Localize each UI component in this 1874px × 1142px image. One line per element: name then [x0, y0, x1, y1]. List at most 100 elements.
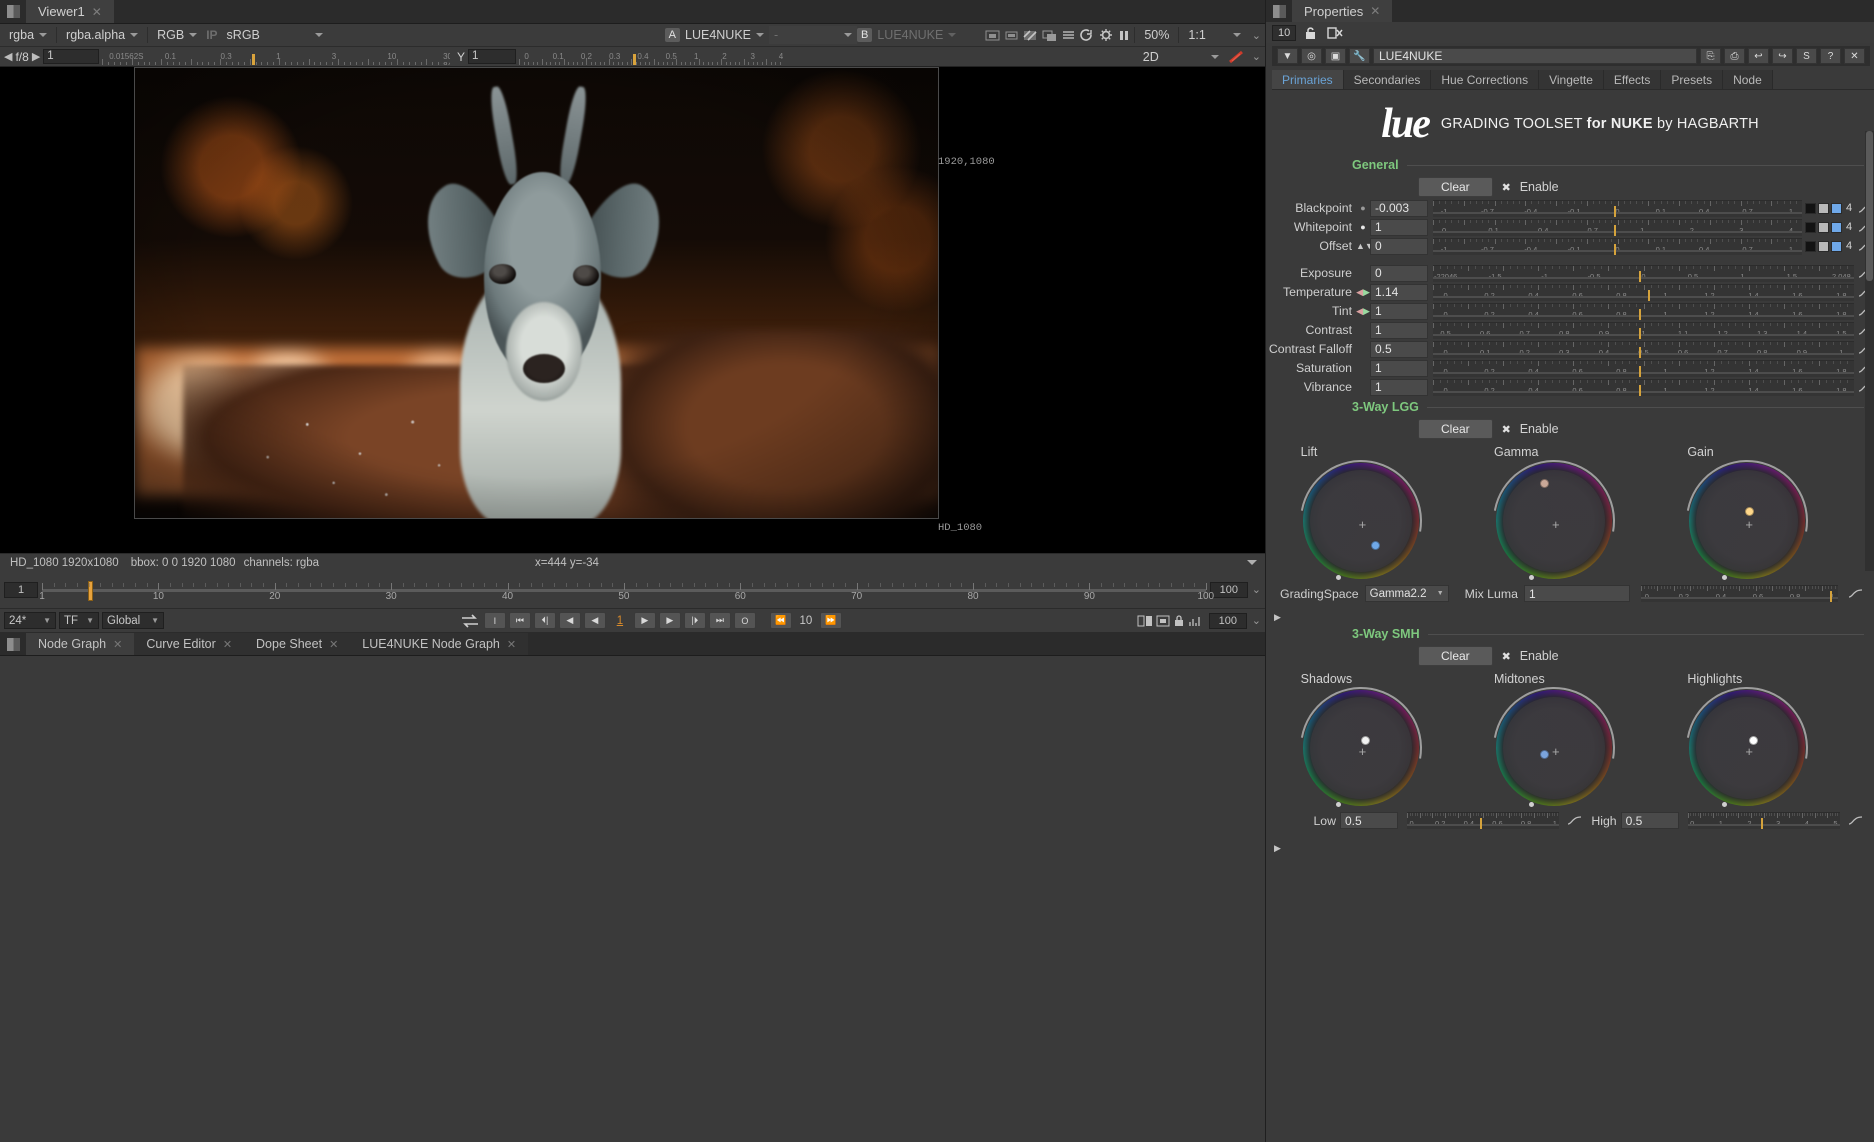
tab-hue-corrections[interactable]: Hue Corrections	[1431, 70, 1540, 89]
ip-toggle[interactable]: IP	[202, 28, 221, 42]
lgg-expander[interactable]: ▶	[1266, 608, 1874, 623]
close-icon[interactable]: ✕	[329, 638, 338, 651]
play-forward-button[interactable]: ▶	[633, 612, 656, 629]
low-curve-icon[interactable]	[1565, 812, 1583, 829]
pause-icon[interactable]	[1118, 29, 1130, 42]
frame-increment-back-button[interactable]: ⏪	[769, 612, 792, 629]
gain-input[interactable]: 1	[43, 49, 100, 64]
low-slider[interactable]: 00.20.40.60.81	[1407, 812, 1560, 829]
frame-increment-forward-button[interactable]: ⏩	[819, 612, 842, 629]
timeline-track[interactable]: 1 10 20 30 40 50 60 70 80 90 100	[39, 573, 1214, 607]
alpha-channel-selector[interactable]: rgba.alpha	[61, 26, 143, 44]
lock-icon[interactable]	[1173, 614, 1185, 628]
colorspace-selector[interactable]: sRGB	[222, 26, 328, 44]
color-wheel-widget[interactable]: +	[1662, 436, 1833, 606]
timeline-start-frame[interactable]: 1	[4, 581, 38, 598]
set-out-point-button[interactable]: O	[733, 612, 756, 629]
high-field[interactable]: 0.5	[1620, 812, 1679, 829]
color-wheel-widget[interactable]: +	[1469, 436, 1639, 606]
parameter-slider[interactable]: 00.20.40.60.811.21.41.61.8	[1433, 302, 1854, 320]
tab-node[interactable]: Node	[1723, 70, 1773, 89]
channel-selector[interactable]: rgba	[4, 26, 52, 44]
high-slider[interactable]: 012345	[1687, 812, 1841, 829]
sync-playback-icon[interactable]	[1137, 614, 1153, 628]
max-panels-field[interactable]: 10	[1272, 24, 1297, 41]
panel-grip[interactable]	[0, 0, 26, 23]
parameter-slider[interactable]: -1-0.7-0.4-0.100.10.40.71	[1433, 199, 1802, 217]
color-wheel-disc[interactable]: +	[1689, 463, 1806, 579]
parameter-slider[interactable]: 00.20.40.60.811.21.41.61.8	[1433, 283, 1854, 301]
smh-enable-checkbox[interactable]: ✖	[1501, 651, 1512, 663]
scope-selector[interactable]: Global ▼	[102, 612, 164, 629]
smh-expander[interactable]: ▶	[1266, 839, 1874, 854]
parameter-slider[interactable]: 00.10.20.30.40.50.60.70.80.91	[1433, 340, 1854, 358]
parameter-marker-icon[interactable]: ●	[1356, 222, 1370, 232]
color-wheel-master-knob[interactable]	[1528, 802, 1534, 807]
slider-handle[interactable]	[1639, 384, 1642, 396]
node-script-button[interactable]: S	[1796, 48, 1817, 64]
current-frame-field[interactable]: 1	[609, 615, 631, 627]
set-in-point-button[interactable]: I	[483, 612, 506, 629]
checkerboard-icon[interactable]	[1023, 29, 1037, 42]
color-wheel-master-knob[interactable]	[1528, 575, 1534, 580]
channel-swatch[interactable]	[1818, 240, 1829, 252]
slider-handle[interactable]	[1639, 327, 1642, 339]
color-wheel-widget[interactable]: +	[1275, 436, 1446, 606]
parameter-slider[interactable]: 00.20.40.60.811.21.41.61.8	[1433, 378, 1854, 396]
zoom-level-selector[interactable]: 50%	[1139, 26, 1174, 44]
refresh-icon[interactable]	[1080, 28, 1094, 42]
color-wheel-master-knob[interactable]	[1335, 575, 1341, 580]
color-wheel-widget[interactable]: +	[1469, 663, 1639, 833]
wipe-mode-selector[interactable]: -	[769, 26, 858, 44]
parameter-value-field[interactable]: 1	[1370, 321, 1428, 339]
slider-handle[interactable]	[1613, 224, 1616, 236]
a-input-selector[interactable]: LUE4NUKE	[680, 26, 769, 44]
scrollbar-thumb[interactable]	[1866, 131, 1873, 281]
goto-end-button[interactable]: ⏭	[708, 612, 731, 629]
close-all-panels-icon[interactable]	[1327, 26, 1344, 40]
parameter-value-field[interactable]: 0.5	[1370, 340, 1428, 358]
parameter-value-field[interactable]: 0	[1370, 264, 1428, 282]
node-name-field[interactable]: LUE4NUKE	[1373, 48, 1697, 64]
audio-waveform-icon[interactable]	[1188, 614, 1202, 628]
panel-grip[interactable]	[0, 633, 26, 655]
properties-scrollbar[interactable]	[1865, 131, 1874, 571]
tab-effects[interactable]: Effects	[1603, 70, 1662, 89]
slider-handle[interactable]	[1613, 205, 1616, 217]
loop-mode-icon[interactable]	[459, 613, 481, 629]
node-collapse-button[interactable]: ▼	[1277, 48, 1298, 64]
slider-handle[interactable]	[1639, 308, 1642, 320]
parameter-slider[interactable]: 00.10.40.71234	[1433, 218, 1802, 236]
collapse-chevron-icon[interactable]: ⌄	[1252, 583, 1261, 596]
display-mode-selector[interactable]: RGB	[152, 26, 202, 44]
gamma-ruler[interactable]: 0 0.1 0.2 0.3 0.4 0.5 1 2 3 4	[519, 49, 784, 65]
menu-icon[interactable]	[1062, 29, 1075, 42]
step-forward-button[interactable]: ▶	[658, 612, 681, 629]
parameter-value-field[interactable]: 1	[1370, 302, 1428, 320]
slider-handle[interactable]	[1639, 270, 1642, 282]
gamma-input[interactable]: 1	[468, 49, 517, 64]
slider-handle[interactable]	[1639, 365, 1642, 377]
ruler-handle[interactable]	[632, 53, 636, 65]
color-wheel-disc[interactable]: +	[1495, 690, 1612, 806]
general-enable-checkbox[interactable]: ✖	[1501, 182, 1512, 194]
parameter-marker-icon[interactable]: ◀▶	[1356, 287, 1370, 298]
prev-keyframe-button[interactable]: ⏴|	[533, 612, 556, 629]
record-stroke-icon[interactable]	[1227, 49, 1247, 65]
parameter-marker-icon[interactable]: ◀▶	[1356, 306, 1370, 317]
step-backward-button[interactable]: ◀	[583, 612, 606, 629]
parameter-slider[interactable]: -22046-1.5-1-0.500.511.52.048	[1433, 264, 1854, 282]
parameter-value-field[interactable]: 1	[1370, 218, 1428, 236]
slider-handle[interactable]	[1480, 818, 1483, 829]
parameter-slider[interactable]: 00.20.40.60.811.21.41.61.8	[1433, 359, 1854, 377]
collapse-chevron-icon[interactable]: ⌄	[1252, 614, 1261, 627]
timeline-end-frame[interactable]: 100	[1209, 581, 1248, 598]
tab-viewer1[interactable]: Viewer1 ✕	[26, 0, 114, 23]
fullscreen-icon[interactable]	[1156, 614, 1170, 628]
mix-luma-curve-icon[interactable]	[1846, 585, 1864, 602]
lgg-clear-button[interactable]: Clear	[1418, 419, 1493, 439]
fps-selector[interactable]: 24* ▼	[4, 612, 56, 629]
color-wheel-handle[interactable]	[1539, 479, 1549, 488]
tab-presets[interactable]: Presets	[1661, 70, 1724, 89]
frame-increment-value[interactable]: 10	[795, 615, 817, 627]
